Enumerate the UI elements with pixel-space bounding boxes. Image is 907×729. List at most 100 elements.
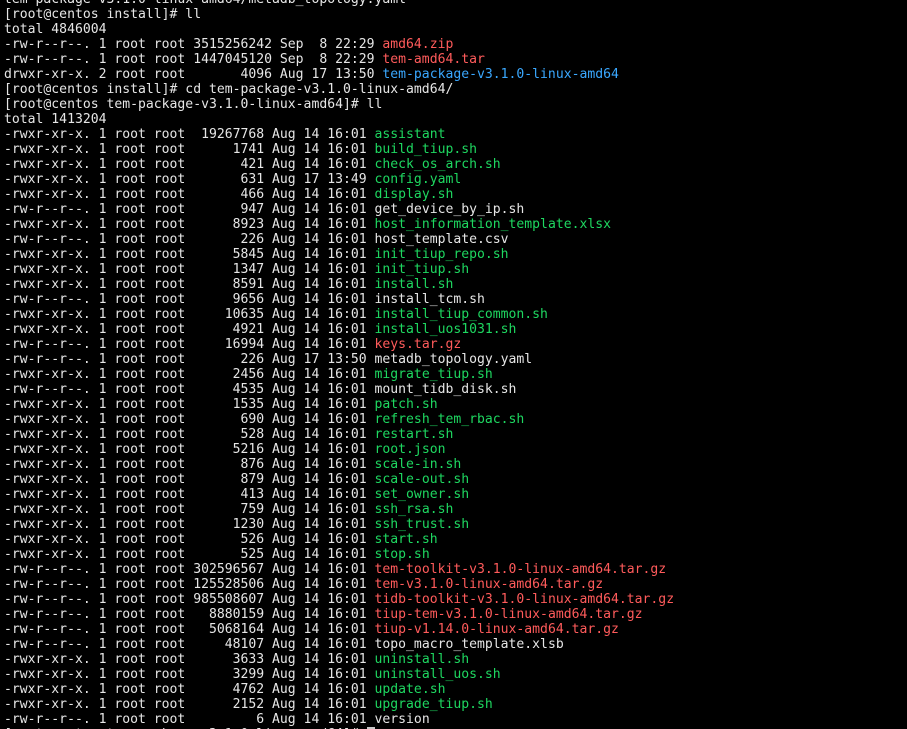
file-name: display.sh: [374, 187, 454, 202]
listing-row: -rw-r--r--. 1 root root 48107 Aug 14 16:…: [4, 637, 907, 652]
file-attributes: -rwxr-xr-x. 1 root root 2152 Aug 14 16:0…: [4, 697, 375, 712]
listing-row: -rw-r--r--. 1 root root 9656 Aug 14 16:0…: [4, 292, 907, 307]
file-attributes: -rw-r--r--. 1 root root 226 Aug 14 16:01: [4, 232, 375, 247]
file-name: build_tiup.sh: [374, 142, 477, 157]
file-name: host_information_template.xlsx: [374, 217, 612, 232]
listing-row: -rwxr-xr-x. 1 root root 525 Aug 14 16:01…: [4, 547, 907, 562]
file-name: topo_macro_template.xlsb: [374, 637, 564, 652]
listing-row: -rwxr-xr-x. 1 root root 1347 Aug 14 16:0…: [4, 262, 907, 277]
file-attributes: -rwxr-xr-x. 1 root root 528 Aug 14 16:01: [4, 427, 375, 442]
file-attributes: -rwxr-xr-x. 1 root root 759 Aug 14 16:01: [4, 502, 375, 517]
listing-row: -rw-r--r--. 1 root root 985508607 Aug 14…: [4, 592, 907, 607]
file-attributes: -rwxr-xr-x. 1 root root 690 Aug 14 16:01: [4, 412, 375, 427]
file-name: check_os_arch.sh: [374, 157, 501, 172]
file-attributes: -rw-r--r--. 1 root root 302596567 Aug 14…: [4, 562, 375, 577]
file-name: tem-package-v3.1.0-linux-amd64: [382, 67, 619, 82]
output-text: tem-package-v3.1.0-linux-amd64/metadb_to…: [4, 0, 406, 7]
listing-row: -rwxr-xr-x. 1 root root 5845 Aug 14 16:0…: [4, 247, 907, 262]
listing-row: -rwxr-xr-x. 1 root root 879 Aug 14 16:01…: [4, 472, 907, 487]
listing-row: -rwxr-xr-x. 1 root root 8923 Aug 14 16:0…: [4, 217, 907, 232]
listing-row: -rwxr-xr-x. 1 root root 528 Aug 14 16:01…: [4, 427, 907, 442]
output-text: [root@centos install]# cd tem-package-v3…: [4, 82, 454, 97]
listing-row: -rwxr-xr-x. 1 root root 2152 Aug 14 16:0…: [4, 697, 907, 712]
file-name: tem-amd64.tar: [382, 52, 485, 67]
terminal-output: tem-package-v3.1.0-linux-amd64/metadb_to…: [4, 0, 907, 729]
file-attributes: -rwxr-xr-x. 1 root root 19267768 Aug 14 …: [4, 127, 375, 142]
file-attributes: -rwxr-xr-x. 1 root root 1741 Aug 14 16:0…: [4, 142, 375, 157]
listing-row: -rwxr-xr-x. 1 root root 1741 Aug 14 16:0…: [4, 142, 907, 157]
file-name: restart.sh: [374, 427, 454, 442]
terminal-window[interactable]: tem-package-v3.1.0-linux-amd64/metadb_to…: [0, 0, 907, 729]
file-attributes: -rw-r--r--. 1 root root 4535 Aug 14 16:0…: [4, 382, 375, 397]
listing-row: -rwxr-xr-x. 1 root root 19267768 Aug 14 …: [4, 127, 907, 142]
file-attributes: -rwxr-xr-x. 1 root root 8591 Aug 14 16:0…: [4, 277, 375, 292]
file-attributes: -rwxr-xr-x. 1 root root 5216 Aug 14 16:0…: [4, 442, 375, 457]
file-name: scale-out.sh: [374, 472, 470, 487]
listing-row: -rwxr-xr-x. 1 root root 5216 Aug 14 16:0…: [4, 442, 907, 457]
file-attributes: -rw-r--r--. 1 root root 947 Aug 14 16:01: [4, 202, 375, 217]
file-name: mount_tidb_disk.sh: [374, 382, 517, 397]
file-attributes: -rw-r--r--. 1 root root 16994 Aug 14 16:…: [4, 337, 375, 352]
file-name: host_template.csv: [374, 232, 509, 247]
listing-row: -rwxr-xr-x. 1 root root 1230 Aug 14 16:0…: [4, 517, 907, 532]
file-attributes: -rw-r--r--. 1 root root 1447045120 Sep 8…: [4, 52, 383, 67]
file-attributes: -rwxr-xr-x. 1 root root 413 Aug 14 16:01: [4, 487, 375, 502]
file-name: keys.tar.gz: [374, 337, 462, 352]
file-name: uninstall_uos.sh: [374, 667, 501, 682]
listing-row: -rwxr-xr-x. 1 root root 876 Aug 14 16:01…: [4, 457, 907, 472]
file-name: config.yaml: [374, 172, 462, 187]
file-name: assistant: [374, 127, 446, 142]
file-name: tem-v3.1.0-linux-amd64.tar.gz: [374, 577, 604, 592]
file-name: stop.sh: [374, 547, 430, 562]
file-name: tiup-tem-v3.1.0-linux-amd64.tar.gz: [374, 607, 643, 622]
listing-row: -rw-r--r--. 1 root root 1447045120 Sep 8…: [4, 52, 907, 67]
file-attributes: -rwxr-xr-x. 1 root root 3633 Aug 14 16:0…: [4, 652, 375, 667]
output-line: total 4846004: [4, 22, 907, 37]
file-attributes: -rw-r--r--. 1 root root 9656 Aug 14 16:0…: [4, 292, 375, 307]
file-name: ssh_rsa.sh: [374, 502, 454, 517]
file-attributes: -rwxr-xr-x. 1 root root 2456 Aug 14 16:0…: [4, 367, 375, 382]
listing-row: -rw-r--r--. 1 root root 5068164 Aug 14 1…: [4, 622, 907, 637]
file-attributes: -rwxr-xr-x. 1 root root 526 Aug 14 16:01: [4, 532, 375, 547]
listing-row: -rwxr-xr-x. 1 root root 3633 Aug 14 16:0…: [4, 652, 907, 667]
file-name: upgrade_tiup.sh: [374, 697, 493, 712]
listing-row: -rwxr-xr-x. 1 root root 2456 Aug 14 16:0…: [4, 367, 907, 382]
file-name: tidb-toolkit-v3.1.0-linux-amd64.tar.gz: [374, 592, 675, 607]
file-attributes: -rw-r--r--. 1 root root 5068164 Aug 14 1…: [4, 622, 375, 637]
file-attributes: -rwxr-xr-x. 1 root root 4921 Aug 14 16:0…: [4, 322, 375, 337]
file-name: tem-toolkit-v3.1.0-linux-amd64.tar.gz: [374, 562, 667, 577]
file-name: install_tiup_common.sh: [374, 307, 548, 322]
listing-row: -rw-r--r--. 1 root root 226 Aug 14 16:01…: [4, 232, 907, 247]
output-line: tem-package-v3.1.0-linux-amd64/metadb_to…: [4, 0, 907, 7]
file-attributes: -rw-r--r--. 1 root root 226 Aug 17 13:50: [4, 352, 375, 367]
file-attributes: -rw-r--r--. 1 root root 125528506 Aug 14…: [4, 577, 375, 592]
listing-row: -rwxr-xr-x. 1 root root 3299 Aug 14 16:0…: [4, 667, 907, 682]
listing-row: -rwxr-xr-x. 1 root root 526 Aug 14 16:01…: [4, 532, 907, 547]
file-attributes: -rwxr-xr-x. 1 root root 3299 Aug 14 16:0…: [4, 667, 375, 682]
listing-row: -rw-r--r--. 1 root root 6 Aug 14 16:01 v…: [4, 712, 907, 727]
file-attributes: -rw-r--r--. 1 root root 985508607 Aug 14…: [4, 592, 375, 607]
file-attributes: -rwxr-xr-x. 1 root root 631 Aug 17 13:49: [4, 172, 375, 187]
file-attributes: -rwxr-xr-x. 1 root root 1535 Aug 14 16:0…: [4, 397, 375, 412]
listing-row: -rwxr-xr-x. 1 root root 466 Aug 14 16:01…: [4, 187, 907, 202]
file-name: uninstall.sh: [374, 652, 470, 667]
file-name: install_tcm.sh: [374, 292, 485, 307]
file-attributes: -rw-r--r--. 1 root root 6 Aug 14 16:01: [4, 712, 375, 727]
file-attributes: -rwxr-xr-x. 1 root root 879 Aug 14 16:01: [4, 472, 375, 487]
listing-row: drwxr-xr-x. 2 root root 4096 Aug 17 13:5…: [4, 67, 907, 82]
listing-row: -rw-r--r--. 1 root root 302596567 Aug 14…: [4, 562, 907, 577]
listing-row: -rwxr-xr-x. 1 root root 421 Aug 14 16:01…: [4, 157, 907, 172]
listing-row: -rw-r--r--. 1 root root 226 Aug 17 13:50…: [4, 352, 907, 367]
file-name: metadb_topology.yaml: [374, 352, 533, 367]
output-line: [root@centos install]# cd tem-package-v3…: [4, 82, 907, 97]
file-attributes: -rwxr-xr-x. 1 root root 8923 Aug 14 16:0…: [4, 217, 375, 232]
listing-row: -rw-r--r--. 1 root root 3515256242 Sep 8…: [4, 37, 907, 52]
file-name: amd64.zip: [382, 37, 454, 52]
file-name: root.json: [374, 442, 446, 457]
file-attributes: -rwxr-xr-x. 1 root root 4762 Aug 14 16:0…: [4, 682, 375, 697]
file-attributes: drwxr-xr-x. 2 root root 4096 Aug 17 13:5…: [4, 67, 383, 82]
output-line: total 1413204: [4, 112, 907, 127]
output-line: [root@centos install]# ll: [4, 7, 907, 22]
output-text: [root@centos install]# ll: [4, 7, 202, 22]
file-name: init_tiup.sh: [374, 262, 470, 277]
